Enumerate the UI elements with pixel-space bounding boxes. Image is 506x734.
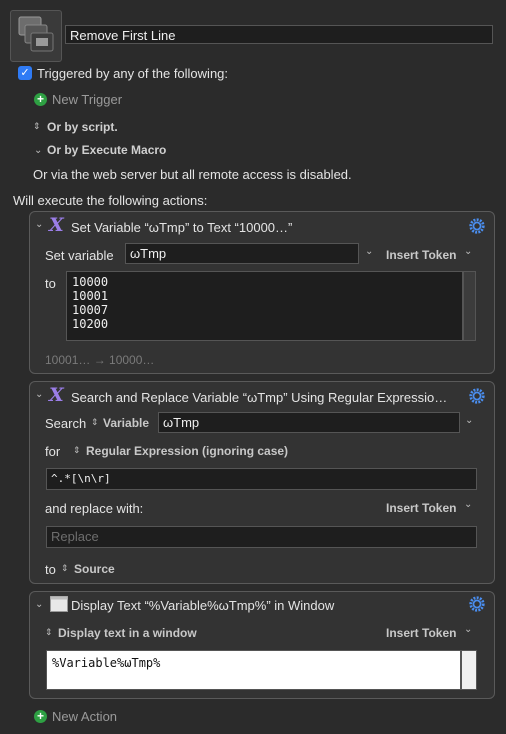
display-text-value: %Variable%ωTmp% <box>52 656 161 670</box>
triggered-checkbox[interactable]: ✓ <box>18 66 32 80</box>
or-by-script-toggle[interactable]: Or by script. <box>47 120 118 134</box>
to-label: to <box>45 562 56 577</box>
replace-label: and replace with: <box>45 501 144 516</box>
new-action-plus-icon[interactable]: + <box>34 710 47 723</box>
display-mode-popup[interactable]: Display text in a window <box>58 626 197 640</box>
updown-chevron-icon: ⇕ <box>33 121 41 131</box>
chevron-down-icon: ⌄ <box>34 145 43 156</box>
will-execute-label: Will execute the following actions: <box>13 193 208 208</box>
gear-icon[interactable] <box>468 217 486 235</box>
scrollbar[interactable] <box>461 650 477 690</box>
replace-placeholder: Replace <box>51 529 99 544</box>
for-label: for <box>45 444 61 459</box>
disclosure-chevron-icon[interactable]: ⌄ <box>35 599 43 610</box>
insert-token-button[interactable]: Insert Token <box>386 248 456 262</box>
text-line: 10007 <box>72 303 109 317</box>
web-server-note: Or via the web server but all remote acc… <box>33 167 352 182</box>
updown-chevron-icon: ⇕ <box>91 417 99 427</box>
new-action-button[interactable]: New Action <box>52 709 117 724</box>
or-by-execute-macro-toggle[interactable]: Or by Execute Macro <box>47 143 166 157</box>
search-label: Search <box>45 416 87 431</box>
preview-text: 10001… → 10000… <box>45 353 155 367</box>
action-search-replace[interactable]: ⌄ X Search and Replace Variable “ωTmp” U… <box>29 381 495 584</box>
set-variable-label: Set variable <box>45 248 114 263</box>
variable-name-field[interactable]: ωTmp <box>125 243 359 264</box>
display-text-area[interactable]: %Variable%ωTmp% <box>46 650 461 690</box>
insert-token-button[interactable]: Insert Token <box>386 501 456 515</box>
insert-token-button[interactable]: Insert Token <box>386 626 456 640</box>
variable-popup-chevron-icon[interactable]: ⌄ <box>365 246 373 257</box>
macro-icon-well[interactable] <box>10 10 62 62</box>
action-title: Set Variable “ωTmp” to Text “10000…” <box>71 220 293 235</box>
to-label: to <box>45 276 56 291</box>
gear-icon[interactable] <box>468 387 486 405</box>
macro-app-icon <box>18 16 54 52</box>
variable-popup-chevron-icon[interactable]: ⌄ <box>465 415 473 426</box>
updown-chevron-icon: ⇕ <box>45 627 53 637</box>
triggered-label: Triggered by any of the following: <box>37 66 229 81</box>
new-trigger-button[interactable]: New Trigger <box>52 92 122 107</box>
chevron-down-icon: ⌄ <box>464 624 473 635</box>
window-icon <box>50 596 68 612</box>
updown-chevron-icon: ⇕ <box>61 563 69 573</box>
disclosure-chevron-icon[interactable]: ⌄ <box>35 389 43 400</box>
x-variable-icon: X <box>49 214 64 236</box>
disclosure-chevron-icon[interactable]: ⌄ <box>35 219 43 230</box>
scrollbar[interactable] <box>463 271 476 341</box>
new-trigger-plus-icon[interactable]: + <box>34 93 47 106</box>
action-set-variable[interactable]: ⌄ X Set Variable “ωTmp” to Text “10000…”… <box>29 211 495 374</box>
search-variable-field[interactable]: ωTmp <box>158 412 460 433</box>
text-line: 10200 <box>72 317 109 331</box>
replace-field[interactable]: Replace <box>46 526 477 548</box>
action-title: Search and Replace Variable “ωTmp” Using… <box>71 390 448 405</box>
action-title: Display Text “%Variable%ωTmp%” in Window <box>71 598 335 613</box>
updown-chevron-icon: ⇕ <box>73 445 81 455</box>
match-type-popup[interactable]: Regular Expression (ignoring case) <box>86 444 288 458</box>
text-line: 10000 <box>72 275 109 289</box>
chevron-down-icon: ⌄ <box>464 499 473 510</box>
action-display-text[interactable]: ⌄ Display Text “%Variable%ωTmp%” in Wind… <box>29 591 495 699</box>
gear-icon[interactable] <box>468 595 486 613</box>
source-type-popup[interactable]: Variable <box>103 416 149 430</box>
text-line: 10001 <box>72 289 109 303</box>
chevron-down-icon: ⌄ <box>464 246 473 257</box>
search-pattern-field[interactable]: ^.*[\n\r] <box>46 468 477 490</box>
macro-name-field[interactable]: Remove First Line <box>65 25 493 44</box>
text-value-area[interactable]: 10000 10001 10007 10200 <box>66 271 463 341</box>
destination-popup[interactable]: Source <box>74 562 115 576</box>
x-variable-icon: X <box>49 384 64 406</box>
